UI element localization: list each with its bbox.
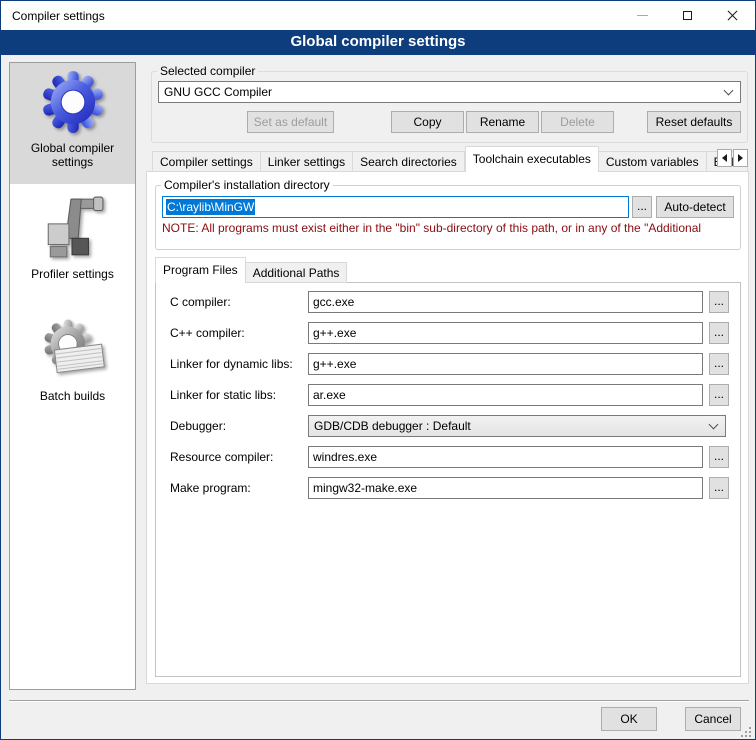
ok-button[interactable]: OK: [601, 707, 657, 731]
tab-scroll-right-button[interactable]: [733, 149, 748, 167]
delete-button[interactable]: Delete: [541, 111, 614, 133]
close-icon: [726, 9, 739, 22]
resource-compiler-browse-button[interactable]: ...: [709, 446, 729, 468]
programs-tab-bar: Program Files Additional Paths: [155, 257, 741, 283]
dynamic-linker-input[interactable]: [308, 353, 703, 375]
installation-directory-browse-button[interactable]: ...: [632, 196, 652, 218]
dynamic-linker-label: Linker for dynamic libs:: [170, 357, 305, 371]
auto-detect-button[interactable]: Auto-detect: [656, 196, 734, 218]
c-compiler-label: C compiler:: [170, 295, 305, 309]
resource-compiler-label: Resource compiler:: [170, 450, 305, 464]
installation-directory-value: C:\raylib\MinGW: [166, 199, 255, 215]
sidebar-item-batch-builds[interactable]: Batch builds: [10, 311, 135, 403]
chevron-down-icon: [724, 86, 734, 96]
page-title: Global compiler settings: [1, 30, 755, 55]
rename-button[interactable]: Rename: [466, 111, 539, 133]
program-files-panel: C compiler: ... C++ compiler: ... Linker…: [155, 282, 741, 677]
tab-scroll-left-button[interactable]: [717, 149, 732, 167]
sidebar-item-label: Global compiler settings: [10, 141, 135, 169]
c-compiler-browse-button[interactable]: ...: [709, 291, 729, 313]
maximize-icon: [683, 11, 692, 20]
title-bar: Compiler settings: [1, 1, 755, 30]
compiler-select[interactable]: GNU GCC Compiler: [158, 81, 741, 103]
tab-scroll-right-icon: [738, 154, 743, 162]
tab-search-directories[interactable]: Search directories: [353, 151, 465, 172]
static-linker-label: Linker for static libs:: [170, 388, 305, 402]
installation-directory-group-label: Compiler's installation directory: [161, 178, 333, 192]
cancel-button[interactable]: Cancel: [685, 707, 741, 731]
make-program-label: Make program:: [170, 481, 305, 495]
selected-compiler-group: Selected compiler GNU GCC Compiler Set a…: [151, 64, 748, 143]
dynamic-linker-row: Linker for dynamic libs: ...: [156, 353, 740, 375]
make-program-row: Make program: ...: [156, 477, 740, 499]
chevron-down-icon: [709, 420, 719, 430]
tab-scroll-left-icon: [722, 154, 727, 162]
maximize-button[interactable]: [665, 1, 710, 30]
dynamic-linker-browse-button[interactable]: ...: [709, 353, 729, 375]
tab-linker-settings[interactable]: Linker settings: [261, 151, 353, 172]
settings-tab-bar: Compiler settings Linker settings Search…: [152, 146, 748, 172]
minimize-button[interactable]: [620, 1, 665, 30]
copy-button[interactable]: Copy: [391, 111, 464, 133]
sidebar-item-profiler-settings[interactable]: Profiler settings: [10, 189, 135, 281]
tab-compiler-settings[interactable]: Compiler settings: [152, 151, 261, 172]
cpp-compiler-label: C++ compiler:: [170, 326, 305, 340]
footer-divider: [9, 700, 749, 702]
compiler-select-value: GNU GCC Compiler: [164, 85, 725, 99]
toolchain-executables-page: Compiler's installation directory C:\ray…: [146, 171, 749, 684]
cpp-compiler-row: C++ compiler: ...: [156, 322, 740, 344]
debugger-label: Debugger:: [170, 419, 305, 433]
sidebar-item-label: Batch builds: [36, 389, 109, 403]
tab-program-files[interactable]: Program Files: [155, 257, 246, 283]
settings-category-list: Global compiler settings Profiler settin…: [9, 62, 136, 690]
installation-directory-group: Compiler's installation directory C:\ray…: [155, 178, 741, 250]
sidebar-item-label: Profiler settings: [27, 267, 118, 281]
minimize-icon: [637, 15, 648, 16]
static-linker-browse-button[interactable]: ...: [709, 384, 729, 406]
set-as-default-button[interactable]: Set as default: [247, 111, 334, 133]
make-program-browse-button[interactable]: ...: [709, 477, 729, 499]
gray-gear-stack-icon: [40, 317, 106, 383]
c-compiler-input[interactable]: [308, 291, 703, 313]
tab-toolchain-executables[interactable]: Toolchain executables: [465, 146, 599, 172]
installation-directory-note: NOTE: All programs must exist either in …: [162, 221, 734, 235]
c-compiler-row: C compiler: ...: [156, 291, 740, 313]
resource-compiler-row: Resource compiler: ...: [156, 446, 740, 468]
debugger-select[interactable]: GDB/CDB debugger : Default: [308, 415, 726, 437]
sidebar-item-global-compiler-settings[interactable]: Global compiler settings: [10, 63, 135, 184]
reset-defaults-button[interactable]: Reset defaults: [647, 111, 741, 133]
close-button[interactable]: [710, 1, 755, 30]
caliper-icon: [40, 195, 106, 261]
debugger-row: Debugger: GDB/CDB debugger : Default: [156, 415, 740, 437]
selected-compiler-group-label: Selected compiler: [157, 64, 258, 78]
tab-additional-paths[interactable]: Additional Paths: [246, 262, 348, 283]
make-program-input[interactable]: [308, 477, 703, 499]
resize-grip[interactable]: [739, 725, 753, 739]
compiler-settings-dialog: Compiler settings Global compiler settin…: [0, 0, 756, 740]
debugger-select-value: GDB/CDB debugger : Default: [314, 419, 710, 433]
static-linker-row: Linker for static libs: ...: [156, 384, 740, 406]
cpp-compiler-browse-button[interactable]: ...: [709, 322, 729, 344]
window-title: Compiler settings: [1, 9, 105, 23]
resource-compiler-input[interactable]: [308, 446, 703, 468]
cpp-compiler-input[interactable]: [308, 322, 703, 344]
static-linker-input[interactable]: [308, 384, 703, 406]
tab-custom-variables[interactable]: Custom variables: [599, 151, 707, 172]
blue-gear-icon: [40, 69, 106, 135]
installation-directory-input[interactable]: C:\raylib\MinGW: [162, 196, 629, 218]
